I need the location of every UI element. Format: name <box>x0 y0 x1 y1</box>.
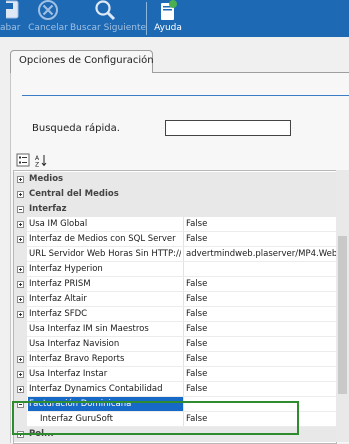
property-row[interactable]: Interfaz Hyperion <box>14 262 336 277</box>
category-row[interactable]: Medios <box>14 172 336 187</box>
toolbar: abar Cancelar Buscar Siguiente Ayuda <box>0 0 349 37</box>
property-row[interactable]: Usa Interfaz Navision False <box>14 337 336 352</box>
expand-icon[interactable] <box>17 221 24 228</box>
row-name: Interfaz Bravo Reports <box>29 354 125 364</box>
expand-icon[interactable] <box>17 356 24 363</box>
row-name: Central del Medios <box>29 189 119 199</box>
expand-icon[interactable] <box>17 296 24 303</box>
cancel-icon <box>38 0 58 20</box>
property-row[interactable]: Usa Interfaz IM sin Maestros False <box>14 322 336 337</box>
property-row[interactable]: URL Servidor Web Horas Sin HTTP:// advert… <box>14 247 336 262</box>
expand-icon[interactable] <box>17 371 24 378</box>
property-row[interactable]: Interfaz Bravo Reports False <box>14 352 336 367</box>
property-row[interactable]: Usa IM Global False <box>14 217 336 232</box>
column-divider <box>183 292 184 307</box>
svg-text:Z: Z <box>35 162 39 168</box>
row-value[interactable]: False <box>186 219 336 229</box>
expand-icon[interactable] <box>17 191 24 198</box>
row-value[interactable]: advertmindweb.plaserver/MP4.Web/L <box>186 249 336 259</box>
expand-icon[interactable] <box>17 386 24 393</box>
row-value[interactable]: False <box>186 324 336 334</box>
row-name: Interfaz Hyperion <box>29 264 103 274</box>
scrollbar-thumb[interactable] <box>338 236 347 394</box>
row-name: Interfaz Dynamics Contabilidad <box>29 384 163 394</box>
find-next-button[interactable]: Buscar Siguiente <box>70 0 146 37</box>
alphabetical-sort-icon[interactable]: A Z <box>34 153 48 167</box>
column-divider <box>183 262 184 277</box>
row-name: URL Servidor Web Horas Sin HTTP:// <box>29 249 181 259</box>
row-name: Usa Interfaz IM sin Maestros <box>29 324 149 334</box>
category-row[interactable]: Central del Medios <box>14 187 336 202</box>
row-value[interactable]: False <box>186 384 336 394</box>
highlight-annotation <box>12 401 299 435</box>
row-value[interactable]: False <box>186 294 336 304</box>
expand-icon[interactable] <box>17 236 24 243</box>
column-divider <box>183 322 184 337</box>
tab-label: Opciones de Configuración <box>19 55 154 66</box>
column-divider <box>183 352 184 367</box>
property-row[interactable]: Usa Interfaz Instar False <box>14 367 336 382</box>
row-name: Interfaz Altair <box>29 294 87 304</box>
column-divider <box>183 367 184 382</box>
help-book-icon <box>161 0 177 20</box>
row-name: Usa Interfaz Instar <box>29 369 108 379</box>
quick-search-label: Busqueda rápida. <box>32 123 120 134</box>
expand-icon[interactable] <box>17 176 24 183</box>
row-gutter <box>14 247 27 262</box>
column-divider <box>183 382 184 397</box>
property-row[interactable]: Interfaz Dynamics Contabilidad False <box>14 382 336 397</box>
help-button[interactable]: Ayuda <box>150 0 186 37</box>
row-name: Usa IM Global <box>29 219 88 229</box>
tab-opciones-configuracion[interactable]: Opciones de Configuración <box>10 50 154 73</box>
property-row[interactable]: Interfaz PRISM False <box>14 277 336 292</box>
row-value[interactable]: False <box>186 309 336 319</box>
save-icon <box>6 0 19 19</box>
row-value[interactable]: False <box>186 369 336 379</box>
collapse-icon[interactable] <box>17 206 24 213</box>
row-name: Interfaz de Medios con SQL Server <box>29 234 176 244</box>
categorized-view-icon[interactable] <box>16 153 30 167</box>
expand-icon[interactable] <box>17 281 24 288</box>
cancel-button[interactable]: Cancelar <box>26 0 70 37</box>
column-divider <box>183 277 184 292</box>
row-gutter <box>14 322 27 337</box>
expand-icon[interactable] <box>17 311 24 318</box>
save-button[interactable]: abar <box>0 0 24 37</box>
row-name: Interfaz SFDC <box>29 309 88 319</box>
row-value[interactable]: False <box>186 354 336 364</box>
quick-search-input[interactable] <box>165 120 291 136</box>
property-row[interactable]: Interfaz Altair False <box>14 292 336 307</box>
row-gutter <box>14 337 27 352</box>
row-name: Interfaz PRISM <box>29 279 91 289</box>
toolbar-separator <box>146 2 147 35</box>
row-name: Medios <box>29 174 64 184</box>
row-value[interactable]: False <box>186 339 336 349</box>
search-icon <box>95 0 116 21</box>
row-name: Usa Interfaz Navision <box>29 339 120 349</box>
section-divider <box>22 95 349 96</box>
property-row[interactable]: Interfaz SFDC False <box>14 307 336 322</box>
column-divider <box>183 217 184 232</box>
row-name: Interfaz <box>29 204 67 214</box>
column-divider <box>183 247 184 262</box>
column-divider <box>183 307 184 322</box>
row-value[interactable]: False <box>186 279 336 289</box>
row-value[interactable]: False <box>186 234 336 244</box>
column-divider <box>183 232 184 247</box>
expand-icon[interactable] <box>17 266 24 273</box>
property-row[interactable]: Interfaz de Medios con SQL Server False <box>14 232 336 247</box>
column-divider <box>183 337 184 352</box>
category-row[interactable]: Interfaz <box>14 202 336 217</box>
